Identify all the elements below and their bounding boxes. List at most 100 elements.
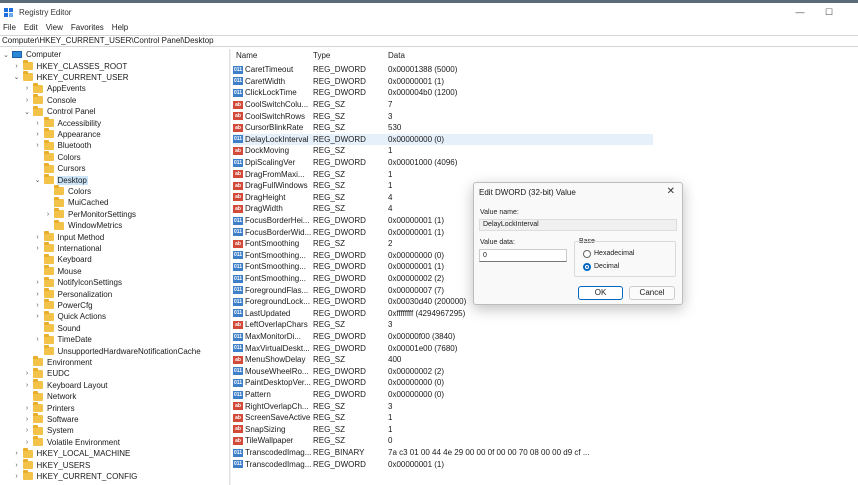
value-row[interactable]: ab DockMoving REG_SZ 1 [233, 145, 653, 157]
tree-item[interactable]: › Personalization [34, 288, 114, 299]
chevron-right-icon[interactable]: › [34, 313, 42, 320]
value-row[interactable]: ab CoolSwitchRows REG_SZ 3 [233, 110, 653, 122]
chevron-right-icon[interactable]: › [34, 279, 42, 286]
tree-item[interactable]: › Accessibility [34, 117, 103, 128]
tree-item[interactable]: › Input Method [34, 231, 106, 242]
tree-item[interactable]: › HKEY_CURRENT_CONFIG [13, 470, 139, 482]
value-row[interactable]: 011 ClickLockTime REG_DWORD 0x000004b0 (120… [233, 87, 653, 99]
value-name-field[interactable]: DelayLockInterval [479, 219, 677, 231]
chevron-right-icon[interactable]: › [34, 245, 42, 252]
value-row[interactable]: 011 TranscodedImag... REG_DWORD 0x00000001 … [233, 458, 653, 470]
tree-item[interactable]: ⌄ Computer [2, 49, 62, 60]
tree-item[interactable]: › Quick Actions [34, 310, 107, 322]
tree-item[interactable]: MuiCached [44, 196, 109, 208]
pane-splitter[interactable] [229, 49, 231, 485]
chevron-right-icon[interactable]: › [34, 131, 42, 138]
tree-item[interactable]: Mouse [34, 265, 83, 277]
value-row[interactable]: ab TileWallpaper REG_SZ 0 [233, 435, 653, 447]
chevron-right-icon[interactable]: › [34, 120, 42, 127]
value-row[interactable]: ab ScreenSaveActive REG_SZ 1 [233, 412, 653, 424]
chevron-right-icon[interactable]: › [23, 370, 31, 377]
tree-item[interactable]: › Keyboard Layout [23, 379, 109, 391]
tree-item[interactable]: › PerMonitorSettings [44, 208, 137, 220]
tree-item[interactable]: › System [23, 424, 75, 436]
tree-item[interactable]: › Appearance [34, 128, 102, 140]
ok-button[interactable]: OK [578, 286, 623, 300]
column-header-type[interactable]: Type [313, 51, 330, 63]
chevron-right-icon[interactable]: › [44, 211, 52, 218]
menu-file[interactable]: File [3, 23, 16, 32]
chevron-right-icon[interactable]: › [13, 473, 21, 480]
value-row[interactable]: ab RightOverlapCh... REG_SZ 3 [233, 400, 653, 412]
tree-item[interactable]: › NotifyIconSettings [34, 276, 123, 288]
chevron-right-icon[interactable]: › [34, 234, 42, 241]
tree-item[interactable]: ⌄ Desktop [34, 174, 88, 185]
chevron-right-icon[interactable]: › [34, 302, 42, 309]
tree-item[interactable]: Colors [34, 151, 82, 163]
value-row[interactable]: ab DragFromMaxi... REG_SZ 1 [233, 168, 653, 180]
chevron-right-icon[interactable]: › [23, 405, 31, 412]
value-row[interactable]: 011 TranscodedImag... REG_BINARY 7a c3 01 0… [233, 447, 653, 459]
chevron-right-icon[interactable]: › [34, 291, 42, 298]
tree-item[interactable]: › HKEY_LOCAL_MACHINE [13, 447, 132, 459]
chevron-down-icon[interactable]: ⌄ [13, 73, 21, 81]
value-row[interactable]: 011 CaretWidth REG_DWORD 0x00000001 (1) [233, 76, 653, 88]
value-row[interactable]: 011 CaretTimeout REG_DWORD 0x00001388 (5000… [233, 64, 653, 76]
column-header-name[interactable]: Name [236, 51, 257, 63]
tree-item[interactable]: › HKEY_USERS [13, 459, 92, 470]
chevron-down-icon[interactable]: ⌄ [23, 108, 31, 116]
chevron-right-icon[interactable]: › [23, 427, 31, 434]
cancel-button[interactable]: Cancel [629, 286, 675, 300]
chevron-right-icon[interactable]: › [13, 462, 21, 469]
value-row[interactable]: ab CursorBlinkRate REG_SZ 530 [233, 122, 653, 134]
hexadecimal-radio[interactable] [583, 250, 591, 258]
tree-item[interactable]: Sound [34, 322, 82, 334]
tree-item[interactable]: › PowerCfg [34, 299, 94, 311]
column-header-data[interactable]: Data [388, 51, 405, 63]
minimize-icon[interactable]: — [785, 3, 815, 21]
chevron-down-icon[interactable]: ⌄ [34, 176, 42, 184]
tree-item[interactable]: WindowMetrics [44, 219, 123, 231]
chevron-right-icon[interactable]: › [23, 85, 31, 92]
value-row[interactable]: 011 DelayLockInterval REG_DWORD 0x00000000 … [233, 133, 653, 146]
tree-item[interactable]: Cursors [34, 162, 87, 174]
menu-favorites[interactable]: Favorites [71, 23, 104, 32]
menu-edit[interactable]: Edit [24, 23, 38, 32]
value-row[interactable]: 011 MaxVirtualDeskt... REG_DWORD 0x00001e00… [233, 342, 653, 354]
tree-item[interactable]: › Bluetooth [34, 139, 93, 151]
tree-item[interactable]: › EUDC [23, 367, 71, 379]
tree-item[interactable]: Environment [23, 356, 93, 368]
value-row[interactable]: ab SnapSizing REG_SZ 1 [233, 424, 653, 436]
decimal-radio[interactable] [583, 263, 591, 271]
tree-item[interactable]: ⌄ Control Panel [23, 105, 96, 117]
value-row[interactable]: ab MenuShowDelay REG_SZ 400 [233, 354, 653, 366]
value-row[interactable]: ab CoolSwitchColu... REG_SZ 7 [233, 99, 653, 111]
chevron-right-icon[interactable]: › [23, 382, 31, 389]
tree-item[interactable]: › Volatile Environment [23, 436, 121, 448]
tree-item[interactable]: › International [34, 242, 103, 254]
value-row[interactable]: 011 MaxMonitorDi... REG_DWORD 0x00000f00 (3… [233, 331, 653, 343]
chevron-right-icon[interactable]: › [23, 439, 31, 446]
chevron-right-icon[interactable]: › [23, 97, 31, 104]
tree-item[interactable]: Keyboard [34, 253, 93, 265]
tree-item[interactable]: › AppEvents [23, 82, 87, 94]
value-row[interactable]: 011 DpiScalingVer REG_DWORD 0x00001000 (409… [233, 157, 653, 169]
value-row[interactable]: 011 MouseWheelRo... REG_DWORD 0x00000002 (2… [233, 366, 653, 378]
menu-help[interactable]: Help [112, 23, 128, 32]
registry-tree[interactable]: ⌄ Computer › HKEY_CLASSES_ROOT ⌄ HKEY_CURRENT… [0, 49, 229, 485]
tree-item[interactable]: Colors [44, 185, 92, 197]
tree-item[interactable]: UnsupportedHardwareNotificationCache [34, 345, 202, 356]
chevron-right-icon[interactable]: › [23, 416, 31, 423]
chevron-right-icon[interactable]: › [34, 336, 42, 343]
menu-view[interactable]: View [46, 23, 63, 32]
chevron-right-icon[interactable]: › [13, 450, 21, 457]
tree-item[interactable]: › Printers [23, 402, 76, 413]
value-row[interactable]: 011 PaintDesktopVer... REG_DWORD 0x00000000… [233, 377, 653, 389]
value-row[interactable]: ab LeftOverlapChars REG_SZ 3 [233, 319, 653, 331]
tree-item[interactable]: › Console [23, 94, 77, 106]
chevron-down-icon[interactable]: ⌄ [2, 51, 10, 59]
tree-item[interactable]: ⌄ HKEY_CURRENT_USER [13, 71, 130, 83]
chevron-right-icon[interactable]: › [34, 142, 42, 149]
tree-item[interactable]: › Software [23, 413, 80, 425]
tree-item[interactable]: › HKEY_CLASSES_ROOT [13, 60, 129, 71]
